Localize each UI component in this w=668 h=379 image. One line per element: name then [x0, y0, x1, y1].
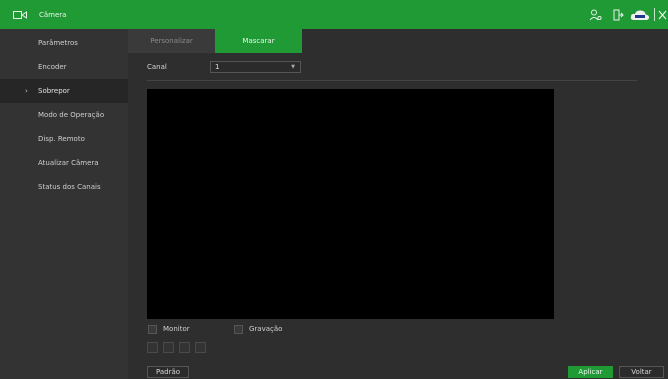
mask-area-2[interactable] — [163, 342, 174, 353]
sidebar-item-label: Modo de Operação — [38, 111, 105, 119]
aplicar-button[interactable]: Aplicar — [568, 366, 613, 378]
canal-select[interactable]: 1 ▼ — [210, 61, 301, 73]
title-separator — [654, 8, 655, 21]
camera-icon — [13, 11, 27, 19]
chevron-down-icon: ▼ — [291, 64, 295, 70]
chevron-right-icon: › — [25, 87, 28, 95]
sidebar-item-label: Atualizar Câmera — [38, 159, 99, 167]
sidebar-item-disp-remoto[interactable]: Disp. Remoto — [0, 127, 128, 151]
sidebar-item-label: Sobrepor — [38, 87, 70, 95]
monitor-label: Monitor — [163, 325, 190, 333]
monitor-checkbox[interactable] — [148, 325, 157, 334]
user-settings-icon[interactable] — [589, 9, 602, 21]
sidebar: Parâmetros Encoder › Sobrepor Modo de Ope… — [0, 29, 128, 379]
mask-area-1[interactable] — [147, 342, 158, 353]
canal-value: 1 — [215, 63, 220, 71]
sidebar-item-parametros[interactable]: Parâmetros — [0, 31, 128, 55]
sidebar-item-encoder[interactable]: Encoder — [0, 55, 128, 79]
divider — [147, 80, 637, 81]
cloud-icon[interactable] — [630, 9, 650, 21]
sidebar-item-label: Parâmetros — [38, 39, 78, 47]
canal-label: Canal — [147, 63, 167, 71]
voltar-button[interactable]: Voltar — [619, 366, 664, 378]
gravacao-checkbox[interactable] — [234, 325, 243, 334]
mask-area-4[interactable] — [195, 342, 206, 353]
sidebar-item-modo-de-operacao[interactable]: Modo de Operação — [0, 103, 128, 127]
sidebar-item-atualizar-camera[interactable]: Atualizar Câmera — [0, 151, 128, 175]
sidebar-item-sobrepor[interactable]: › Sobrepor — [0, 79, 128, 103]
sidebar-item-label: Status dos Canais — [38, 183, 101, 191]
tab-mascarar[interactable]: Mascarar — [215, 29, 302, 53]
mask-area-3[interactable] — [179, 342, 190, 353]
exit-icon[interactable] — [612, 9, 624, 21]
tab-personalizar[interactable]: Personalizar — [128, 29, 215, 53]
page-title: Câmera — [39, 11, 67, 19]
padrao-button[interactable]: Padrão — [147, 366, 189, 378]
video-preview[interactable] — [147, 89, 554, 319]
sidebar-item-status-dos-canais[interactable]: Status dos Canais — [0, 175, 128, 199]
close-icon[interactable] — [658, 9, 667, 21]
title-bar: Câmera — [0, 0, 668, 29]
main-panel: Personalizar Mascarar Canal 1 ▼ Monitor … — [128, 29, 668, 379]
gravacao-label: Gravação — [249, 325, 283, 333]
sidebar-item-label: Disp. Remoto — [38, 135, 85, 143]
sidebar-item-label: Encoder — [38, 63, 67, 71]
